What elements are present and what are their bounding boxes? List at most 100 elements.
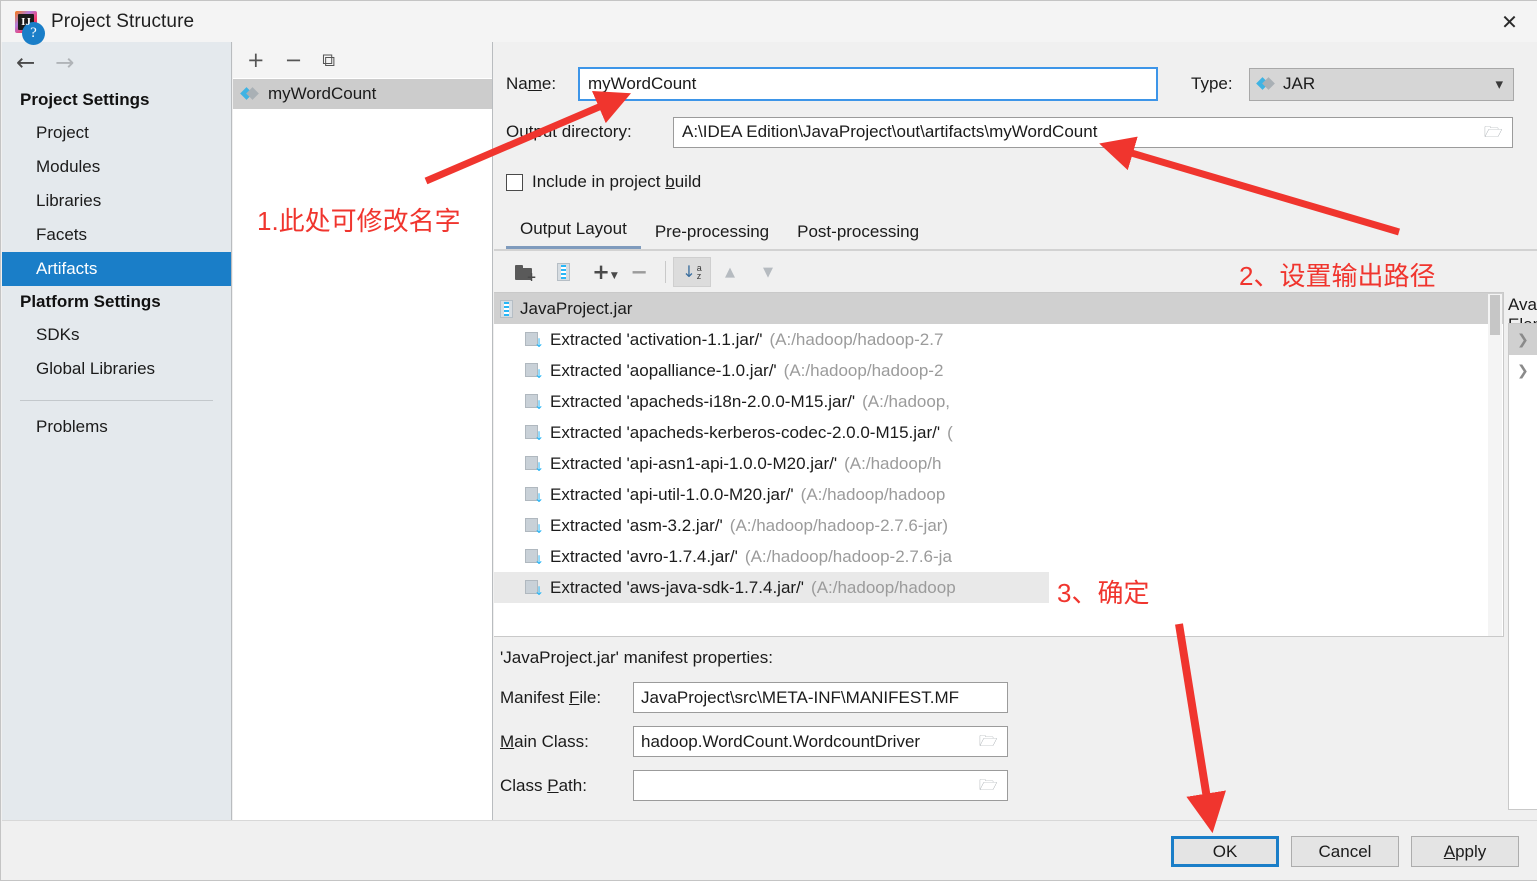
scrollbar-thumb[interactable] — [1490, 295, 1500, 335]
plus-dropdown-icon: + ▼ — [592, 260, 618, 284]
tree-vertical-scrollbar[interactable] — [1488, 294, 1502, 636]
class-path-row: Class Path: 🗁 — [500, 770, 1008, 801]
create-archive-button[interactable] — [544, 257, 582, 287]
include-in-build-row[interactable]: Include in project build — [506, 172, 701, 192]
main-class-input[interactable]: hadoop.WordCount.WordcountDriver 🗁 — [633, 726, 1008, 757]
tree-row[interactable]: ↓ Extracted 'avro-1.7.4.jar/' (A:/hadoop… — [494, 541, 1503, 572]
tree-row[interactable]: ↓ Extracted 'aws-java-sdk-1.7.4.jar/' (A… — [494, 572, 1503, 603]
class-path-input[interactable]: 🗁 — [633, 770, 1008, 801]
tree-row[interactable]: ↓ Extracted 'activation-1.1.jar/' (A:/ha… — [494, 324, 1503, 355]
tree-row-label: Extracted 'aopalliance-1.0.jar/' — [550, 360, 777, 380]
folder-browse-icon[interactable]: 🗁 — [979, 734, 999, 749]
tab-output-layout[interactable]: Output Layout — [506, 219, 641, 249]
sidebar-item-artifacts[interactable]: Artifacts — [2, 252, 231, 286]
tree-row[interactable]: ↓ Extracted 'apacheds-kerberos-codec-2.0… — [494, 417, 1503, 448]
tree-row-label: Extracted 'activation-1.1.jar/' — [550, 329, 763, 349]
toolbar-separator — [665, 261, 666, 283]
remove-element-button[interactable]: − — [620, 257, 658, 287]
tree-row-path: (A:/hadoop, — [862, 391, 951, 411]
artifact-list-item-mywordcount[interactable]: myWordCount — [233, 79, 492, 109]
sidebar-item-problems[interactable]: Problems — [2, 401, 231, 444]
tree-row-path: (A:/hadoop/hadoop-2.7 — [769, 329, 944, 349]
sidebar-item-sdks[interactable]: SDKs — [2, 318, 231, 352]
output-layout-tree[interactable]: JavaProject.jar ↓ Extracted 'activation-… — [494, 292, 1504, 637]
jar-archive-icon — [500, 299, 513, 318]
chevron-right-icon[interactable]: ❯ — [1517, 363, 1531, 379]
tab-post-processing[interactable]: Post-processing — [783, 222, 933, 249]
add-artifact-button[interactable]: + — [247, 49, 265, 71]
include-in-build-checkbox[interactable] — [506, 173, 523, 191]
tree-row-label: Extracted 'avro-1.7.4.jar/' — [550, 546, 738, 566]
annotation-1-label: 1.此处可修改名字 — [257, 206, 461, 236]
copy-artifact-button[interactable]: ⧉ — [322, 50, 335, 71]
tree-row-label: Extracted 'apacheds-i18n-2.0.0-M15.jar/' — [550, 391, 856, 411]
output-layout-toolbar: + + ▼ − ↓ a z ▲ ▼ — [506, 254, 1006, 290]
ok-button[interactable]: OK — [1171, 836, 1279, 867]
arrow-right-icon[interactable]: → — [55, 51, 74, 75]
apply-button[interactable]: Apply — [1411, 836, 1519, 867]
editor-tabs: Output Layout Pre-processing Post-proces… — [506, 213, 1526, 249]
sort-alphabetically-button[interactable]: ↓ a z — [673, 257, 711, 287]
extracted-jar-icon: ↓ — [525, 487, 544, 504]
manifest-properties-title: 'JavaProject.jar' manifest properties: — [500, 648, 773, 667]
move-down-button[interactable]: ▼ — [749, 257, 787, 287]
move-up-button[interactable]: ▲ — [711, 257, 749, 287]
folder-browse-icon[interactable]: 🗁 — [1484, 124, 1504, 140]
main-class-value: hadoop.WordCount.WordcountDriver — [641, 731, 921, 751]
manifest-file-input[interactable]: JavaProject\src\META-INF\MANIFEST.MF — [633, 682, 1008, 713]
chevron-right-icon[interactable]: ❯ — [1517, 332, 1531, 348]
extracted-jar-icon: ↓ — [525, 580, 544, 597]
extracted-jar-icon: ↓ — [525, 394, 544, 411]
tree-row[interactable]: ↓ Extracted 'api-util-1.0.0-M20.jar/' (A… — [494, 479, 1503, 510]
tree-row[interactable]: ↓ Extracted 'asm-3.2.jar/' (A:/hadoop/ha… — [494, 510, 1503, 541]
tree-row-path: (A:/hadoop/hadoop-2.7.6-jar) — [729, 515, 949, 535]
folder-plus-icon: + — [514, 264, 537, 283]
jar-archive-icon — [556, 263, 570, 281]
artifact-item-label: myWordCount — [268, 84, 377, 103]
available-element-artifacts[interactable]: ❯ Artifacts — [1509, 324, 1537, 355]
tree-row[interactable]: ↓ Extracted 'api-asn1-api-1.0.0-M20.jar/… — [494, 448, 1503, 479]
sidebar-group-project-settings: Project Settings — [20, 90, 150, 109]
tree-row-path: (A:/hadoop/hadoop-2 — [783, 360, 944, 380]
add-copy-of-button[interactable]: + ▼ — [582, 257, 620, 287]
folder-browse-icon[interactable]: 🗁 — [979, 778, 999, 793]
output-directory-row: Output directory: A:\IDEA Edition\JavaPr… — [506, 116, 1526, 148]
tree-row-label: JavaProject.jar — [520, 298, 633, 318]
output-directory-label: Output directory: — [506, 122, 632, 141]
sidebar-item-libraries[interactable]: Libraries — [2, 184, 231, 218]
artifact-editor-panel: Name: Type: JAR ▾ Output directory: A:\I… — [494, 42, 1537, 852]
sidebar-item-modules[interactable]: Modules — [2, 150, 231, 184]
extracted-jar-icon: ↓ — [525, 518, 544, 535]
extracted-jar-icon: ↓ — [525, 332, 544, 349]
tree-row-path: ( — [947, 422, 953, 442]
available-elements-panel[interactable]: ❯ Artifacts ❯ JavaProject — [1508, 323, 1537, 810]
tree-row-label: Extracted 'apacheds-kerberos-codec-2.0.0… — [550, 422, 941, 442]
sort-az-icon: ↓ a z — [682, 262, 702, 281]
tree-row[interactable]: ↓ Extracted 'aopalliance-1.0.jar/' (A:/h… — [494, 355, 1503, 386]
remove-artifact-button[interactable]: − — [285, 49, 303, 71]
sidebar-item-global-libraries[interactable]: Global Libraries — [2, 352, 231, 386]
extracted-jar-icon: ↓ — [525, 425, 544, 442]
arrow-left-icon[interactable]: ← — [16, 51, 35, 75]
sidebar-item-facets[interactable]: Facets — [2, 218, 231, 252]
available-element-javaproject[interactable]: ❯ JavaProject — [1509, 355, 1537, 386]
tab-pre-processing[interactable]: Pre-processing — [641, 222, 783, 249]
create-directory-button[interactable]: + — [506, 257, 544, 287]
artifacts-list-panel: + − ⧉ myWordCount — [233, 42, 493, 820]
settings-sidebar: ← → Project Settings Project Modules Lib… — [2, 42, 232, 820]
manifest-file-row: Manifest File: JavaProject\src\META-INF\… — [500, 682, 1008, 713]
artifact-name-input[interactable] — [578, 67, 1158, 101]
triangle-up-icon: ▲ — [725, 264, 735, 280]
title-bar: IJ Project Structure ✕ — [1, 1, 1537, 42]
navigation-arrows: ← → — [2, 42, 231, 84]
sidebar-item-project[interactable]: Project — [2, 116, 231, 150]
annotation-3-label: 3、确定 — [1057, 578, 1150, 608]
artifact-type-select[interactable]: JAR ▾ — [1249, 67, 1514, 101]
manifest-file-label: Manifest File: — [500, 687, 602, 707]
jar-artifact-icon — [240, 87, 259, 101]
output-directory-input[interactable]: A:\IDEA Edition\JavaProject\out\artifact… — [673, 116, 1513, 148]
tree-row[interactable]: JavaProject.jar — [494, 293, 1503, 324]
cancel-button[interactable]: Cancel — [1291, 836, 1399, 867]
tree-row[interactable]: ↓ Extracted 'apacheds-i18n-2.0.0-M15.jar… — [494, 386, 1503, 417]
close-icon[interactable]: ✕ — [1481, 1, 1537, 42]
